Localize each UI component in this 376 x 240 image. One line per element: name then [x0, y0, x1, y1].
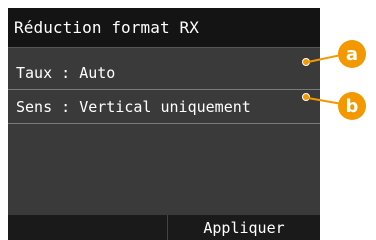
callout-b-badge: b [338, 92, 366, 120]
footer-bar: Appliquer [8, 215, 320, 240]
setting-item-taux[interactable]: Taux : Auto [8, 56, 320, 90]
setting-item-sens[interactable]: Sens : Vertical uniquement [8, 90, 320, 124]
device-screen: Réduction format RX Taux : Auto Sens : V… [8, 8, 320, 240]
apply-button[interactable]: Appliquer [168, 215, 320, 240]
setting-label-sens: Sens : Vertical uniquement [16, 98, 251, 116]
setting-label-taux: Taux : Auto [16, 64, 116, 82]
callout-a-badge: a [338, 40, 366, 68]
title-bar: Réduction format RX [8, 8, 320, 48]
screen-title: Réduction format RX [14, 18, 199, 37]
